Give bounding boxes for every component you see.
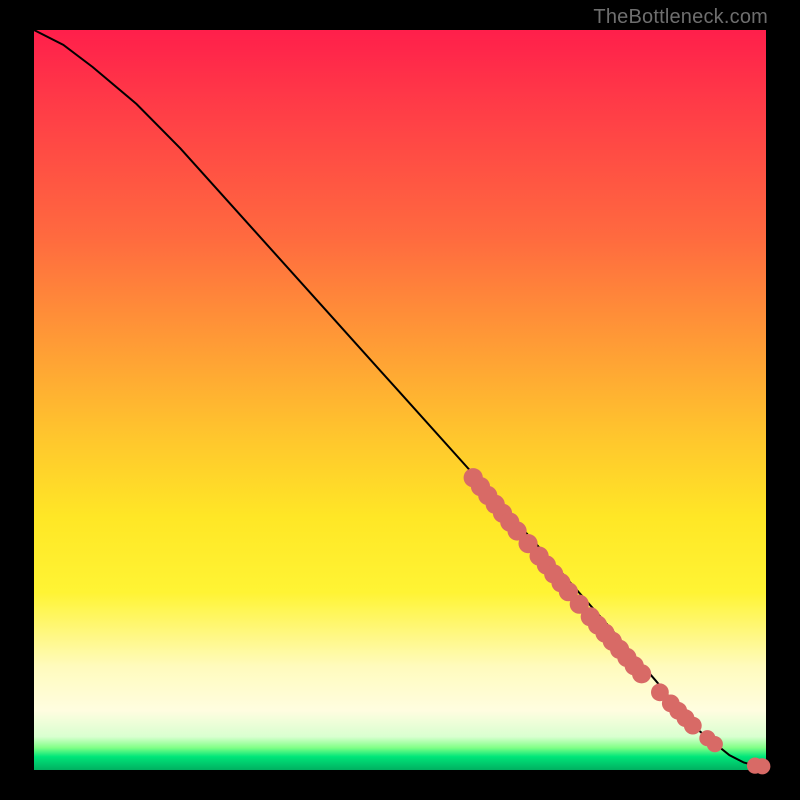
bottleneck-curve [34, 30, 766, 766]
data-marker [754, 758, 770, 774]
attribution-label: TheBottleneck.com [593, 6, 768, 29]
markers-layer [464, 468, 771, 774]
plot-area [34, 30, 766, 770]
chart-frame: TheBottleneck.com [0, 0, 800, 800]
chart-svg [34, 30, 766, 770]
data-marker [684, 717, 702, 735]
curve-layer [34, 30, 766, 766]
data-marker [707, 736, 723, 752]
data-marker [632, 664, 651, 683]
